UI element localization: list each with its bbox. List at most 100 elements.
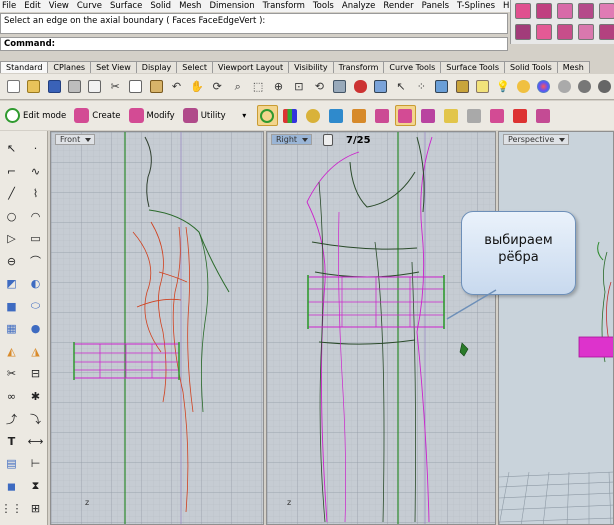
- split-icon[interactable]: ✂: [2, 364, 21, 383]
- join-icon[interactable]: ∞: [2, 387, 21, 406]
- options-icon[interactable]: [596, 77, 614, 96]
- select-arrow-icon[interactable]: ↖: [2, 139, 21, 158]
- car-icon[interactable]: [351, 77, 369, 96]
- perspective-viewport[interactable]: Perspective: [498, 131, 614, 525]
- trim-icon[interactable]: ⊟: [26, 364, 45, 383]
- toggle-smooth-icon[interactable]: [256, 105, 278, 126]
- symmetry-icon[interactable]: [487, 105, 508, 126]
- properties-icon[interactable]: [86, 77, 104, 96]
- fillet-curve-icon[interactable]: ⌒: [26, 252, 45, 271]
- undo-view-icon[interactable]: ⟲: [310, 77, 328, 96]
- check-icon[interactable]: ✓: [2, 522, 21, 525]
- print-icon[interactable]: [65, 77, 83, 96]
- tsplines-box-icon[interactable]: [515, 3, 531, 19]
- menu-tools[interactable]: Tools: [310, 1, 339, 11]
- render-tool-icon[interactable]: ⧗: [26, 477, 45, 496]
- snap-icon[interactable]: ⊞: [26, 499, 45, 518]
- undo-icon[interactable]: ↶: [167, 77, 185, 96]
- point-icon[interactable]: ·: [26, 139, 45, 158]
- tab-select[interactable]: Select: [176, 61, 213, 73]
- scale-gumball-icon[interactable]: [349, 105, 370, 126]
- mesh-icon[interactable]: ▦: [2, 319, 21, 338]
- curve-icon[interactable]: ∿: [26, 162, 45, 181]
- command-line[interactable]: Command:: [0, 37, 508, 51]
- blend-icon[interactable]: ◭: [2, 342, 21, 361]
- tab-transform[interactable]: Transform: [332, 61, 385, 73]
- tsplines-edge-icon[interactable]: [557, 3, 573, 19]
- tab-cplanes[interactable]: CPlanes: [47, 61, 92, 73]
- object-select-icon[interactable]: [441, 105, 462, 126]
- tsplines-insert-icon[interactable]: [536, 23, 552, 40]
- pan-icon[interactable]: ✋: [188, 77, 206, 96]
- surface-icon[interactable]: ◩: [2, 274, 21, 293]
- face-select-icon[interactable]: [418, 105, 439, 126]
- offset-icon[interactable]: ⤵: [26, 409, 45, 428]
- tsplines-smooth-icon[interactable]: [599, 23, 614, 40]
- polygon-icon[interactable]: ▷: [2, 229, 21, 248]
- tsplines-extrude-icon[interactable]: [515, 23, 531, 40]
- utility-button[interactable]: Utility: [181, 105, 232, 127]
- perspective-viewport-label[interactable]: Perspective: [503, 134, 570, 145]
- rotate-view-icon[interactable]: ⟳: [208, 77, 226, 96]
- tsplines-face-icon[interactable]: [536, 3, 552, 19]
- copy-icon[interactable]: [126, 77, 144, 96]
- menu-view[interactable]: View: [46, 1, 74, 11]
- explode-icon[interactable]: ✱: [26, 387, 45, 406]
- menu-dimension[interactable]: Dimension: [206, 1, 259, 11]
- layer-icon[interactable]: [371, 77, 389, 96]
- tsplines-delete-icon[interactable]: [557, 23, 573, 40]
- solid-tools-icon[interactable]: ◼: [2, 477, 21, 496]
- material-icon[interactable]: [535, 77, 553, 96]
- interp-curve-icon[interactable]: ⌇: [26, 184, 45, 203]
- rectangle-icon[interactable]: ▭: [26, 229, 45, 248]
- menu-solid[interactable]: Solid: [147, 1, 176, 11]
- front-viewport-label[interactable]: Front: [55, 134, 96, 145]
- menu-curve[interactable]: Curve: [74, 1, 107, 11]
- globe-icon[interactable]: [303, 105, 324, 126]
- modify-button[interactable]: Modify: [127, 105, 181, 127]
- line-icon[interactable]: ╱: [2, 184, 21, 203]
- paste-icon[interactable]: [147, 77, 165, 96]
- environment-icon[interactable]: [555, 77, 573, 96]
- edge-select-icon[interactable]: [394, 105, 416, 126]
- points-icon[interactable]: ⁘: [412, 77, 430, 96]
- cylinder-icon[interactable]: ⬭: [26, 297, 45, 316]
- box-icon[interactable]: ■: [2, 297, 21, 316]
- open-file-icon[interactable]: [24, 77, 42, 96]
- cut-icon[interactable]: ✂: [106, 77, 124, 96]
- vertex-select-icon[interactable]: [372, 105, 393, 126]
- select-icon[interactable]: ↖: [392, 77, 410, 96]
- menu-render[interactable]: Render: [380, 1, 418, 11]
- zoom-extents-icon[interactable]: ⊕: [269, 77, 287, 96]
- boolean-icon[interactable]: ◮: [26, 342, 45, 361]
- tab-curve-tools[interactable]: Curve Tools: [383, 61, 442, 73]
- front-viewport[interactable]: Front z: [50, 131, 264, 525]
- create-button[interactable]: Create: [72, 105, 126, 127]
- right-viewport-label[interactable]: Right: [271, 134, 313, 145]
- menu-transform[interactable]: Transform: [260, 1, 310, 11]
- revolve-icon[interactable]: ◐: [26, 274, 45, 293]
- sphere-icon[interactable]: [575, 77, 593, 96]
- menu-edit[interactable]: Edit: [21, 1, 45, 11]
- manipulator-icon[interactable]: [280, 105, 301, 126]
- render-icon[interactable]: [514, 77, 532, 96]
- circle-icon[interactable]: ○: [2, 207, 21, 226]
- layers-icon[interactable]: ☰: [26, 522, 45, 525]
- four-view-icon[interactable]: [331, 77, 349, 96]
- right-viewport[interactable]: Right z: [266, 131, 496, 525]
- polyline-icon[interactable]: ⌐: [2, 162, 21, 181]
- brush-icon[interactable]: [464, 105, 485, 126]
- tab-mesh[interactable]: Mesh: [556, 61, 590, 73]
- menu-analyze[interactable]: Analyze: [339, 1, 381, 11]
- menu-file[interactable]: File: [0, 1, 21, 11]
- dimension-icon[interactable]: ⟷: [26, 432, 45, 451]
- menu-mesh[interactable]: Mesh: [176, 1, 206, 11]
- sphere-tool-icon[interactable]: ●: [26, 319, 45, 338]
- ellipse-icon[interactable]: ⊖: [2, 252, 21, 271]
- text-icon[interactable]: T: [2, 432, 21, 451]
- move-gumball-icon[interactable]: [326, 105, 347, 126]
- tsplines-object-icon[interactable]: [599, 3, 614, 19]
- arc-icon[interactable]: ◠: [26, 207, 45, 226]
- menu-panels[interactable]: Panels: [419, 1, 454, 11]
- rectangular-light-icon[interactable]: [473, 77, 491, 96]
